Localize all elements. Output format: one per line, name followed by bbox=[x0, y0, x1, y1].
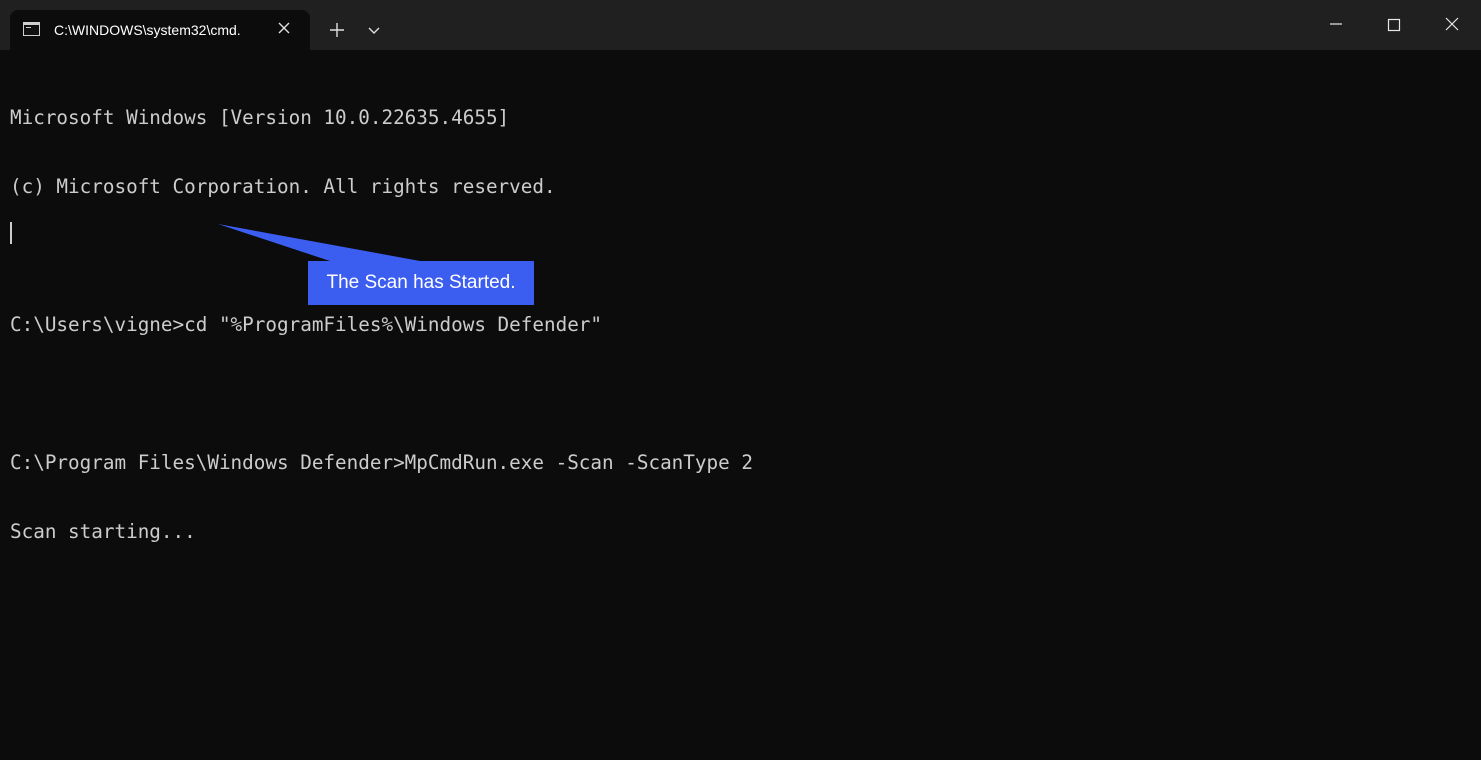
close-window-icon[interactable] bbox=[1436, 10, 1468, 40]
console-output[interactable]: Microsoft Windows [Version 10.0.22635.46… bbox=[10, 60, 1470, 589]
text-cursor bbox=[10, 222, 12, 244]
title-bar: C:\WINDOWS\system32\cmd. bbox=[0, 0, 1481, 50]
annotation-callout: The Scan has Started. bbox=[308, 261, 534, 305]
close-tab-icon[interactable] bbox=[276, 20, 292, 36]
console-line: Microsoft Windows [Version 10.0.22635.46… bbox=[10, 106, 510, 129]
cmd-terminal-icon bbox=[23, 22, 40, 36]
chevron-down-icon[interactable] bbox=[366, 22, 382, 38]
console-line: Scan starting... bbox=[10, 520, 196, 543]
console-line: C:\Program Files\Windows Defender>MpCmdR… bbox=[10, 451, 753, 474]
console-line: (c) Microsoft Corporation. All rights re… bbox=[10, 175, 556, 198]
tab-title: C:\WINDOWS\system32\cmd. bbox=[54, 22, 241, 38]
minimize-icon[interactable] bbox=[1320, 10, 1352, 40]
tab-cmd[interactable]: C:\WINDOWS\system32\cmd. bbox=[10, 10, 310, 50]
console-line: C:\Users\vigne>cd "%ProgramFiles%\Window… bbox=[10, 313, 603, 336]
maximize-icon[interactable] bbox=[1378, 10, 1410, 40]
terminal-window: C:\WINDOWS\system32\cmd. Microsoft Windo… bbox=[0, 0, 1481, 760]
new-tab-plus-icon[interactable] bbox=[327, 20, 347, 40]
